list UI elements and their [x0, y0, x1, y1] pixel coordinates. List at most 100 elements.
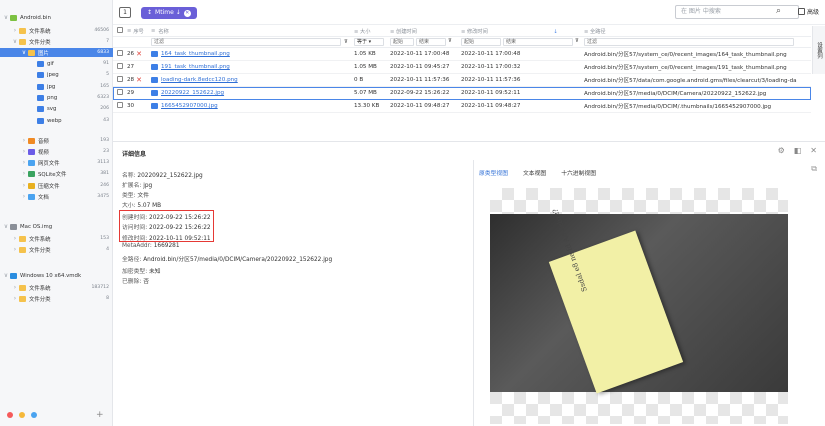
row-checkbox[interactable]	[117, 63, 123, 69]
chevron-icon[interactable]: ›	[21, 170, 27, 177]
chevron-icon[interactable]: ›	[21, 137, 27, 144]
filter-icon[interactable]: ⊽	[448, 38, 452, 46]
tab-hex-view[interactable]: 十六进制视图	[561, 168, 596, 177]
table-row[interactable]: 28 ✕ loading-dark.8edcc120.png 0 B 2022-10-1…	[113, 74, 811, 87]
tree-item[interactable]: › 文件分类 8	[0, 294, 113, 303]
filter-icon[interactable]: ⊽	[344, 39, 348, 45]
tab-text-view[interactable]: 文本视图	[523, 168, 546, 177]
chevron-icon[interactable]: ›	[12, 27, 18, 34]
chevron-icon[interactable]: ›	[21, 193, 27, 200]
chevron-icon[interactable]: ›	[12, 235, 18, 242]
tree-item[interactable]: gif 91	[0, 59, 113, 68]
tree-item-count: 381	[100, 171, 109, 176]
chevron-icon[interactable]: ›	[21, 159, 27, 166]
tree-item[interactable]: svg 206	[0, 104, 113, 113]
chevron-icon[interactable]: ›	[12, 295, 18, 302]
minimize-dot[interactable]	[19, 412, 25, 418]
tree-item[interactable]: ∨ 图片 6833	[0, 48, 113, 57]
row-checkbox[interactable]	[117, 76, 123, 82]
tree-item[interactable]: › 文件分类 4	[0, 245, 113, 254]
ctime-end-input[interactable]: 结束	[416, 38, 446, 46]
tree-item-count: 165	[100, 84, 109, 89]
file-name-link[interactable]: 1665452907000.jpg	[161, 103, 218, 109]
row-checkbox[interactable]	[117, 50, 123, 56]
path-filter-input[interactable]: 过滤	[584, 38, 794, 46]
name-filter-input[interactable]: 过滤	[151, 38, 341, 46]
tree-item[interactable]: › 文件系统 153	[0, 234, 113, 243]
details-controls: ⚙ ◧ ✕	[778, 146, 817, 155]
file-table: ≡ 序号 ≡ 名称 ≡ 大小 ≡ 创建时间 ≡ 修改时间 ↓ ≡ 全路径 过滤 ⊽…	[113, 26, 811, 113]
table-row[interactable]: 30 1665452907000.jpg 13.30 KB 2022-10-11 09…	[113, 100, 811, 113]
tab-native-view[interactable]: 原类型视图	[479, 168, 508, 177]
tree-item-label: 文件分类	[29, 247, 51, 254]
tree-item[interactable]: › 音频 193	[0, 136, 113, 145]
file-name-link[interactable]: 191_task_thumbnail.png	[161, 64, 230, 70]
column-settings-tab[interactable]: 设置列	[812, 26, 825, 74]
sort-filter-chip[interactable]: ↕ Mtime ↓ ✕	[141, 7, 197, 19]
image-file-icon	[151, 77, 158, 83]
file-ctime: 2022-10-11 09:48:27	[390, 103, 450, 109]
tree-item-label: gif	[47, 60, 54, 67]
settings-icon[interactable]: ⚙	[778, 146, 785, 155]
col-path-header[interactable]: ≡ 全路径	[584, 28, 811, 35]
tree-item[interactable]: › 文件系统 183712	[0, 283, 113, 292]
close-icon[interactable]: ✕	[810, 146, 817, 155]
tree-item-label: 文件系统	[29, 285, 51, 292]
view-toggle-button[interactable]: 1	[119, 7, 131, 18]
tree-item[interactable]: › SQLite文件 381	[0, 169, 113, 178]
chevron-icon[interactable]: ›	[21, 148, 27, 155]
filter-icon[interactable]: ⊽	[575, 38, 579, 46]
chevron-icon[interactable]: ›	[12, 284, 18, 291]
col-ctime-header[interactable]: ≡ 创建时间	[390, 28, 461, 35]
row-checkbox[interactable]	[117, 89, 123, 95]
file-name-link[interactable]: loading-dark.8edcc120.png	[161, 77, 238, 83]
chevron-icon[interactable]: ∨	[21, 49, 27, 56]
tree-item-count: 91	[103, 61, 109, 66]
row-checkbox[interactable]	[117, 102, 123, 108]
col-name-header[interactable]: ≡ 名称	[151, 28, 354, 35]
tree-item[interactable]: › 网页文件 3113	[0, 158, 113, 167]
tree-item[interactable]: › 文档 3475	[0, 192, 113, 201]
tree-item[interactable]: jpg 165	[0, 82, 113, 91]
row-index: 30	[127, 103, 135, 109]
tree-item[interactable]: › 压缩文件 246	[0, 181, 113, 190]
ctime-start-input[interactable]: 起始	[390, 38, 414, 46]
chevron-icon[interactable]: ∨	[3, 14, 9, 21]
add-source-button[interactable]: +	[96, 410, 104, 420]
search-icon[interactable]: ⌕	[776, 6, 781, 16]
file-name-link[interactable]: 20220922_152622.jpg	[161, 90, 224, 96]
mtime-end-input[interactable]: 结束	[503, 38, 573, 46]
tree-item[interactable]: jpeg 5	[0, 70, 113, 79]
clear-filter-icon[interactable]: ✕	[183, 9, 191, 17]
mtime-start-input[interactable]: 起始	[461, 38, 501, 46]
chevron-icon[interactable]: ∨	[3, 223, 9, 230]
toolbar: 1 ↕ Mtime ↓ ✕ 在 图片 中搜索 ⌕ 高级	[113, 0, 825, 25]
tree-item[interactable]: ∨ Android.bin	[0, 13, 113, 22]
chevron-icon[interactable]: ›	[21, 182, 27, 189]
file-name-link[interactable]: 164_task_thumbnail.png	[161, 51, 230, 57]
tree-item[interactable]: ∨ 文件分类 7	[0, 37, 113, 46]
tree-item[interactable]: ∨ Mac OS.img	[0, 222, 113, 231]
size-operator-select[interactable]: 等于 ▾	[354, 38, 384, 46]
tree-item[interactable]: › 视频 23	[0, 147, 113, 156]
preview-tabs: 原类型视图 文本视图 十六进制视图	[479, 168, 596, 177]
layout-icon[interactable]: ◧	[794, 146, 802, 155]
tree-item[interactable]: png 6323	[0, 93, 113, 102]
tree-item[interactable]: webp 43	[0, 116, 113, 125]
chevron-icon[interactable]: ∨	[12, 38, 18, 45]
popout-icon[interactable]: ⧉	[811, 164, 817, 174]
col-index-header[interactable]: ≡ 序号	[127, 28, 151, 35]
tree-item[interactable]: › 文件系统 46506	[0, 26, 113, 35]
chevron-icon[interactable]: ›	[12, 246, 18, 253]
col-mtime-header[interactable]: ≡ 修改时间 ↓	[461, 28, 584, 35]
close-dot[interactable]	[7, 412, 13, 418]
maximize-dot[interactable]	[31, 412, 37, 418]
chevron-icon[interactable]: ∨	[3, 272, 9, 279]
col-size-header[interactable]: ≡ 大小	[354, 28, 390, 35]
advanced-search-button[interactable]: 高级	[798, 7, 819, 16]
select-all-checkbox[interactable]	[117, 27, 123, 33]
table-row[interactable]: 29 20220922_152622.jpg 5.07 MB 2022-09-22 1…	[113, 87, 811, 100]
tree-item[interactable]: ∨ Windows 10 x64.vmdk	[0, 271, 113, 280]
table-row[interactable]: 27 191_task_thumbnail.png 1.05 MB 2022-10-1…	[113, 61, 811, 74]
table-row[interactable]: 26 ✕ 164_task_thumbnail.png 1.05 KB 2022-10-…	[113, 48, 811, 61]
